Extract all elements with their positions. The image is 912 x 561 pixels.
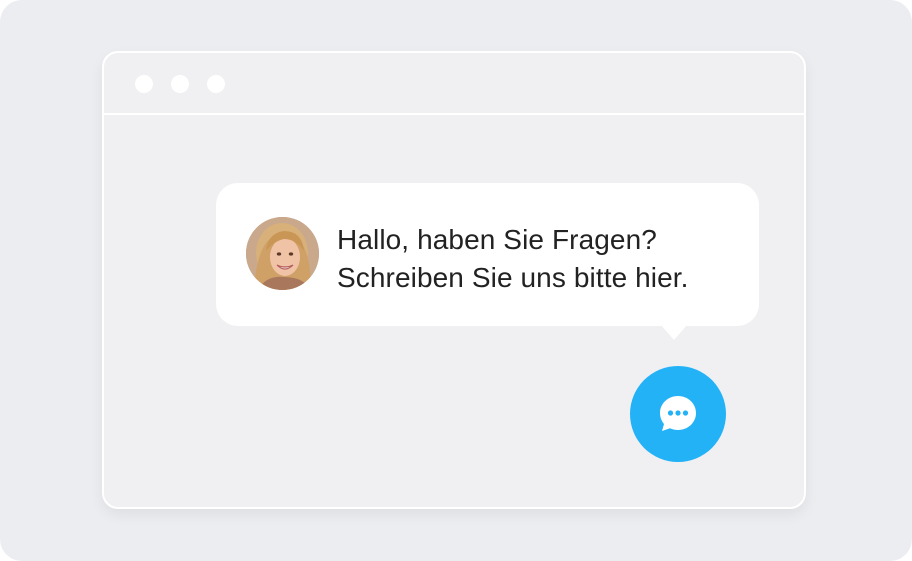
window-control-dot bbox=[135, 75, 153, 93]
greeting-line-2: Schreiben Sie uns bitte hier. bbox=[337, 262, 689, 293]
greeting-message: Hallo, haben Sie Fragen? Schreiben Sie u… bbox=[337, 221, 689, 297]
illustration-background: Hallo, haben Sie Fragen? Schreiben Sie u… bbox=[0, 0, 912, 561]
window-control-dot bbox=[207, 75, 225, 93]
chat-bubble-icon bbox=[660, 396, 696, 431]
window-control-dot bbox=[171, 75, 189, 93]
chat-launcher-button[interactable] bbox=[630, 366, 726, 462]
chat-greeting-bubble[interactable]: Hallo, haben Sie Fragen? Schreiben Sie u… bbox=[216, 183, 759, 340]
agent-avatar bbox=[246, 217, 319, 290]
browser-titlebar bbox=[104, 53, 804, 115]
avatar-photo-icon bbox=[246, 217, 319, 290]
bubble-tail bbox=[660, 324, 688, 340]
greeting-line-1: Hallo, haben Sie Fragen? bbox=[337, 224, 657, 255]
